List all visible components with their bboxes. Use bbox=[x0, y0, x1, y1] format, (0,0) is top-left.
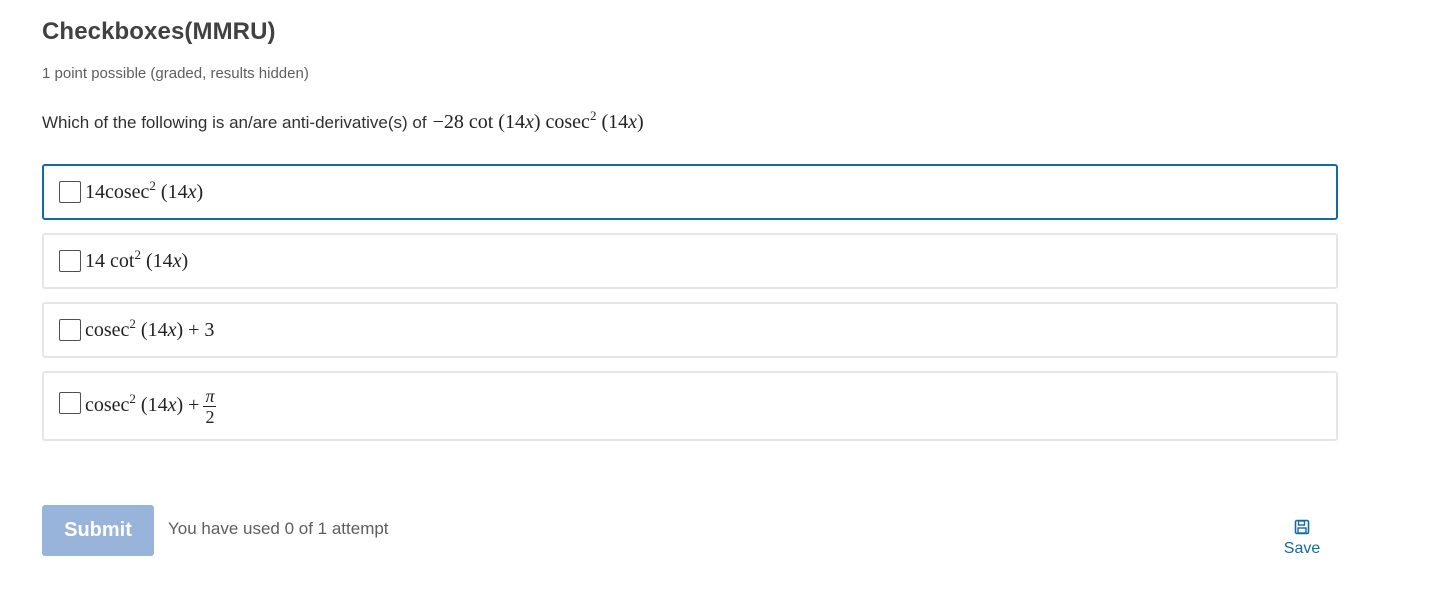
choice-label-3: cosec2 (14x) + 3 bbox=[85, 315, 215, 341]
checkbox-1[interactable] bbox=[59, 181, 81, 203]
choice-option-1[interactable]: 14cosec2 (14x) bbox=[42, 164, 1338, 220]
problem-actions: Submit You have used 0 of 1 attempt Save bbox=[42, 505, 1338, 565]
choice-option-4[interactable]: cosec2 (14x) + π 2 bbox=[42, 371, 1338, 441]
checkbox-2[interactable] bbox=[59, 250, 81, 272]
problem-title: Checkboxes(MMRU) bbox=[42, 18, 276, 45]
save-label: Save bbox=[1283, 540, 1321, 557]
choice-option-2[interactable]: 14 cot2 (14x) bbox=[42, 233, 1338, 289]
fraction: π2 bbox=[203, 385, 217, 427]
checkbox-3[interactable] bbox=[59, 319, 81, 341]
question-text: Which of the following is an/are anti-de… bbox=[42, 113, 427, 132]
question-prompt: Which of the following is an/are anti-de… bbox=[42, 108, 644, 134]
checkbox-4[interactable] bbox=[59, 392, 81, 414]
submit-button[interactable]: Submit bbox=[42, 505, 154, 556]
choice-label-4: cosec2 (14x) + π 2 bbox=[85, 385, 217, 427]
choice-label-2: 14 cot2 (14x) bbox=[85, 246, 189, 272]
points-possible: 1 point possible (graded, results hidden… bbox=[42, 65, 309, 82]
save-button[interactable]: Save bbox=[1272, 519, 1332, 558]
attempts-status: You have used 0 of 1 attempt bbox=[168, 519, 389, 538]
choice-label-1: 14cosec2 (14x) bbox=[85, 177, 204, 203]
floppy-disk-icon bbox=[1294, 519, 1310, 535]
choice-option-3[interactable]: cosec2 (14x) + 3 bbox=[42, 302, 1338, 358]
question-math: −28 cot (14x) cosec2 (14x) bbox=[432, 108, 644, 133]
